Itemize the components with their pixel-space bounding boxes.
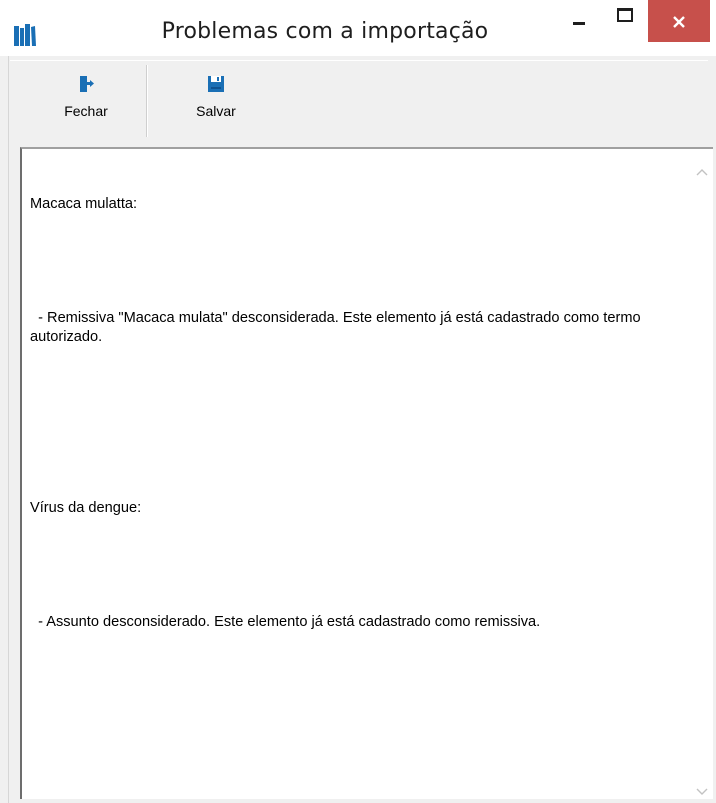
minimize-icon [573,21,585,25]
maximize-button[interactable] [602,0,648,42]
books-icon [14,24,36,46]
log-line: - Remissiva "Macaca mulata" desconsidera… [30,310,645,345]
import-log-textarea[interactable]: Macaca mulatta: ​ - Remissiva "Macaca mu… [20,147,713,799]
toolbar: Fechar Salvar [10,60,708,141]
close-icon [672,14,686,28]
close-button[interactable]: Fechar [46,61,126,139]
exit-door-icon [77,75,95,93]
import-log-text: Macaca mulatta: ​ - Remissiva "Macaca mu… [30,157,680,670]
vertical-scrollbar[interactable] [691,149,713,799]
scroll-down-arrow-icon[interactable] [696,781,708,795]
save-button-label: Salvar [196,103,236,119]
log-line: - Assunto desconsiderado. Este elemento … [30,614,541,630]
maximize-icon [617,8,633,22]
log-line: Vírus da dengue: [30,500,142,516]
close-window-button[interactable] [648,0,710,42]
floppy-disk-icon [207,75,225,93]
log-line: ​ [30,442,680,461]
dialog-window: Problemas com a importação Fechar Salvar… [0,0,716,803]
title-bar[interactable]: Problemas com a importação [0,0,716,56]
log-line: Macaca mulatta: [30,196,138,212]
scroll-up-arrow-icon[interactable] [696,161,708,176]
toolbar-separator [146,65,148,137]
close-button-label: Fechar [64,103,108,119]
log-line: ​ [30,252,680,271]
minimize-button[interactable] [556,0,602,42]
save-button[interactable]: Salvar [176,61,256,139]
log-line: ​ [30,385,680,404]
window-title: Problemas com a importação [161,19,489,44]
log-line: ​ [30,556,680,575]
